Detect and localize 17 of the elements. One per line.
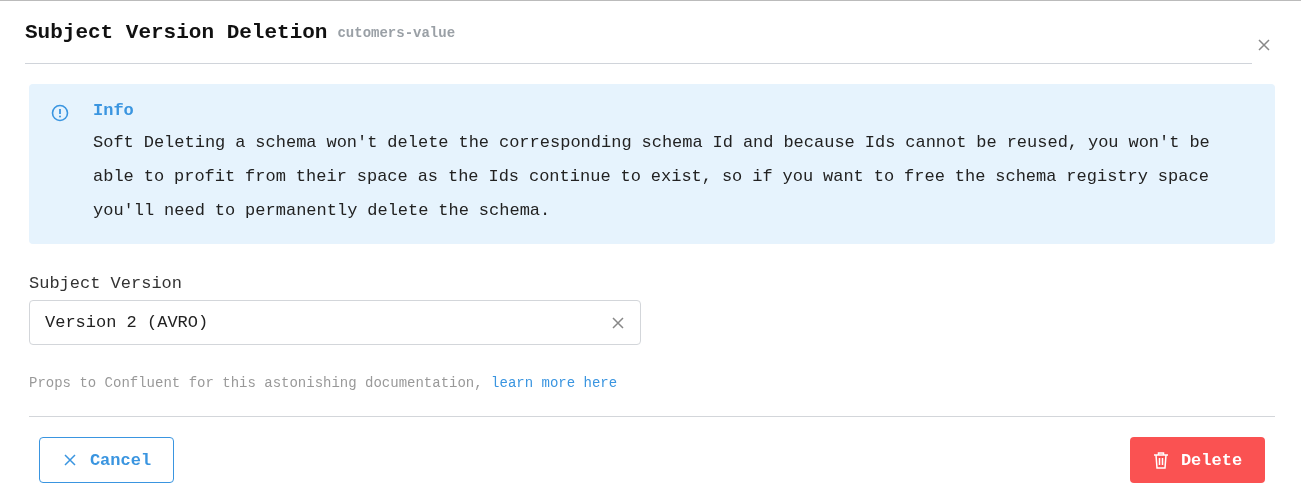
subject-name: cutomers-value: [337, 25, 456, 43]
close-icon: [61, 452, 78, 468]
learn-more-link[interactable]: learn more here: [491, 375, 618, 391]
info-icon: [51, 104, 69, 122]
select-value: Version 2 (AVRO): [45, 313, 209, 332]
delete-button[interactable]: Delete: [1130, 437, 1265, 483]
alert-title: Info: [93, 101, 135, 120]
version-select[interactable]: Version 2 (AVRO): [29, 300, 641, 345]
clear-icon: [610, 314, 626, 331]
dialog-title: Subject Version Deletion: [25, 21, 328, 44]
alert-message: Soft Deleting a schema won't delete the corresponding schema Id and because Ids cannot be reused, you won't be able to profit from their space as the Ids continue to exist, so if you want to free the schema registry space you'll need to permanently delete the schema.: [93, 132, 1211, 222]
trash-icon: [1152, 451, 1169, 469]
close-icon: [1256, 37, 1272, 53]
cancel-button[interactable]: Cancel: [39, 437, 174, 483]
field-label: Subject Version: [29, 274, 184, 293]
clear-button[interactable]: [610, 314, 626, 331]
help-text: Props to Confluent for this astonishing documentation, learn more here: [29, 375, 619, 391]
